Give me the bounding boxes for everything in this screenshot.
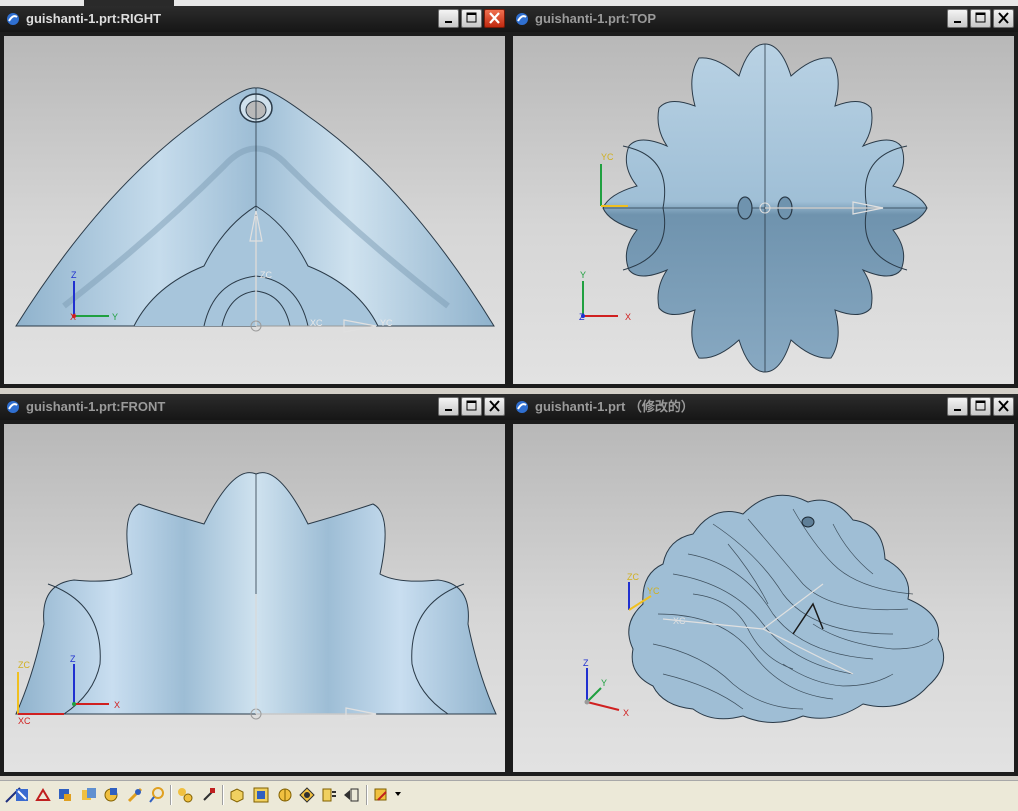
viewport-top[interactable]: guishanti-1.prt:TOP YC Y Z X	[509, 6, 1018, 388]
viewport-front[interactable]: guishanti-1.prt:FRONT ZC XC Z X	[0, 394, 509, 776]
maximize-button[interactable]	[461, 397, 482, 416]
rotate-icon[interactable]	[102, 786, 120, 804]
copy-icon[interactable]	[80, 786, 98, 804]
edge-icon[interactable]	[298, 786, 316, 804]
iso-wcs-yc: YC	[647, 586, 660, 596]
wireframe-icon[interactable]	[276, 786, 294, 804]
close-button[interactable]	[484, 397, 505, 416]
iso-wcs-zc: ZC	[627, 572, 639, 582]
front-triad-z: Z	[70, 654, 76, 664]
top-view-model: YC Y Z X	[579, 43, 928, 373]
viewport-isometric[interactable]: guishanti-1.prt （修改的） ZC YC XC Z Y X	[509, 394, 1018, 776]
minimize-button[interactable]	[438, 9, 459, 28]
display-icon[interactable]	[342, 786, 360, 804]
viewport-title: guishanti-1.prt:FRONT	[26, 399, 166, 414]
minimize-button[interactable]	[947, 397, 968, 416]
analysis-icon[interactable]	[148, 786, 166, 804]
maximize-icon	[466, 400, 477, 411]
viewport-canvas[interactable]: ZC YC XC Z Y X	[513, 424, 1014, 772]
iso-triad-y: Y	[601, 678, 607, 688]
close-icon	[998, 12, 1009, 24]
close-button[interactable]	[993, 9, 1014, 28]
isometric-view-model: ZC YC XC Z Y X	[583, 494, 945, 723]
render-mode-icon[interactable]	[372, 786, 390, 804]
section-icon[interactable]	[320, 786, 338, 804]
right-triad-x: X	[70, 312, 76, 322]
viewport-canvas[interactable]: ZC XC Z X	[4, 424, 505, 772]
nx-app-icon	[516, 13, 528, 25]
select-icon[interactable]	[14, 786, 32, 804]
measure-icon[interactable]	[126, 786, 144, 804]
front-triad-x: X	[114, 700, 120, 710]
top-triad-z: Z	[579, 312, 585, 322]
close-icon	[489, 400, 500, 412]
viewport-title-bar[interactable]: guishanti-1.prt （修改的）	[509, 394, 1018, 420]
view-icon[interactable]	[200, 786, 218, 804]
front-triad-xc: XC	[18, 716, 31, 726]
viewport-title: guishanti-1.prt:RIGHT	[26, 11, 162, 26]
viewport-title: guishanti-1.prt （修改的）	[535, 399, 694, 414]
viewport-canvas[interactable]: ZC XC YC Z X Y	[4, 36, 505, 384]
minimize-icon	[445, 21, 452, 23]
top-wcs-yc: YC	[601, 152, 614, 162]
right-triad-z: Z	[71, 270, 77, 280]
right-view-model: ZC XC YC Z X Y	[15, 87, 495, 333]
transform-icon[interactable]	[34, 786, 52, 804]
bottom-toolbar	[0, 780, 1018, 811]
viewport-canvas[interactable]: YC Y Z X	[513, 36, 1014, 384]
maximize-button[interactable]	[461, 9, 482, 28]
front-triad-zc: ZC	[18, 660, 30, 670]
move-icon[interactable]	[56, 786, 74, 804]
close-icon	[998, 400, 1009, 412]
close-button[interactable]	[993, 397, 1014, 416]
minimize-icon	[954, 409, 961, 411]
render-mode-dropdown-icon[interactable]	[395, 792, 401, 796]
right-wcs-xc: XC	[310, 318, 323, 328]
close-icon	[489, 12, 500, 24]
maximize-button[interactable]	[970, 397, 991, 416]
maximize-button[interactable]	[970, 9, 991, 28]
top-triad-y: Y	[580, 270, 586, 280]
nx-app-icon	[7, 401, 19, 413]
nx-app-icon	[516, 401, 528, 413]
maximize-icon	[466, 12, 477, 23]
right-wcs-zc: ZC	[260, 270, 272, 280]
minimize-icon	[954, 21, 961, 23]
render-icon[interactable]	[228, 786, 246, 804]
iso-triad-z: Z	[583, 658, 589, 668]
right-wcs-yc: YC	[380, 318, 393, 328]
nx-app-icon	[7, 13, 19, 25]
right-triad-y: Y	[112, 312, 118, 322]
front-view-model: ZC XC Z X	[15, 472, 497, 726]
top-triad-x: X	[625, 312, 631, 322]
minimize-button[interactable]	[947, 9, 968, 28]
maximize-icon	[975, 12, 986, 23]
viewport-right[interactable]: guishanti-1.prt:RIGHT ZC XC YC Z X Y	[0, 6, 509, 388]
layer-icon[interactable]	[176, 786, 194, 804]
minimize-icon	[445, 409, 452, 411]
shade-icon[interactable]	[252, 786, 270, 804]
viewport-title-bar[interactable]: guishanti-1.prt:TOP	[509, 6, 1018, 32]
iso-wcs-xc: XC	[673, 616, 686, 626]
minimize-button[interactable]	[438, 397, 459, 416]
viewport-title-bar[interactable]: guishanti-1.prt:FRONT	[0, 394, 509, 420]
maximize-icon	[975, 400, 986, 411]
viewport-title: guishanti-1.prt:TOP	[535, 11, 657, 26]
iso-triad-x: X	[623, 708, 629, 718]
close-button[interactable]	[484, 9, 505, 28]
viewport-title-bar[interactable]: guishanti-1.prt:RIGHT	[0, 6, 509, 32]
